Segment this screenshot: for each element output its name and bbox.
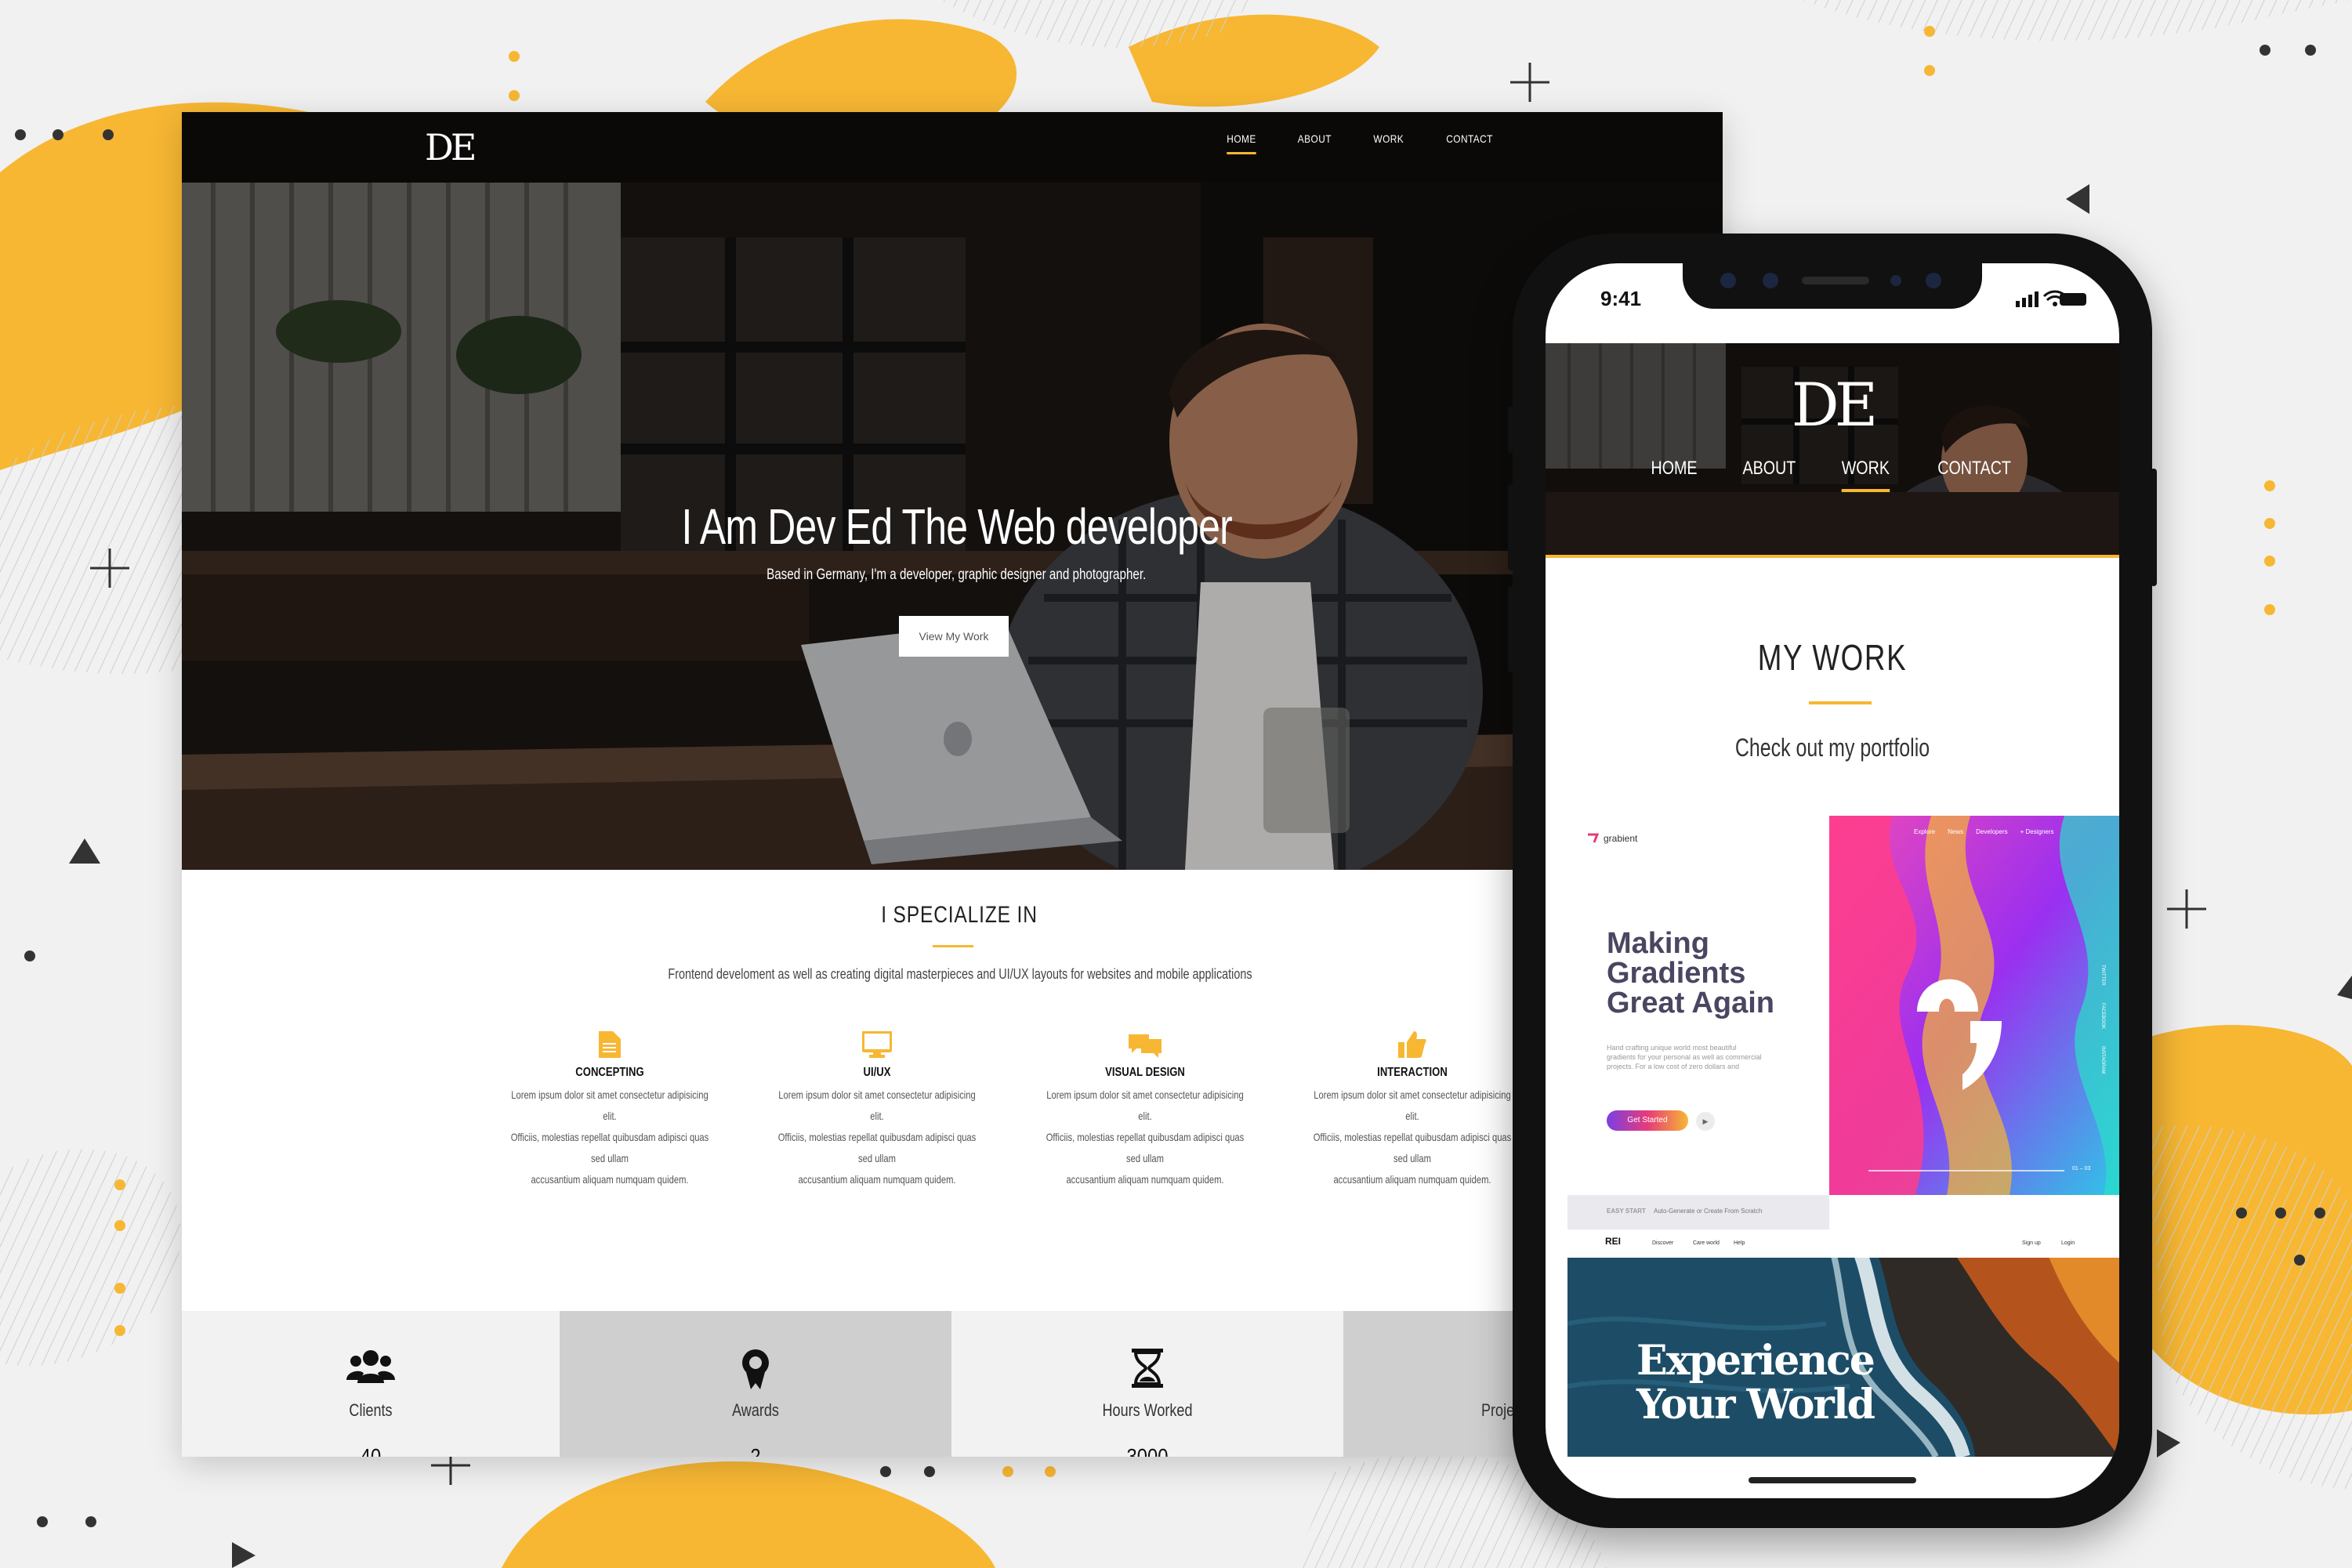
award-icon: [560, 1349, 951, 1389]
nav-contact-link[interactable]: CONTACT: [1447, 132, 1494, 145]
my-work-title: MY WORK: [1757, 637, 1908, 678]
hero-title: I Am Dev Ed The Web developer: [681, 498, 1232, 555]
play-icon[interactable]: ▶: [1696, 1112, 1715, 1131]
stat-value: 40: [360, 1444, 382, 1457]
specialize-title: I SPECIALIZE IN: [881, 902, 1038, 928]
stat-awards: Awards 2: [560, 1311, 951, 1457]
grabient-brand: grabient: [1586, 833, 1637, 844]
stat-value: 2: [750, 1444, 761, 1457]
title-underline: [933, 945, 973, 947]
status-icons: [2016, 288, 2086, 313]
phone-power-button: [2151, 469, 2157, 586]
chat-icon: [1020, 1025, 1270, 1058]
grabient-body: Hand crafting unique world most beautifu…: [1607, 1044, 1762, 1070]
phone-volume-down-button: [1508, 586, 1514, 672]
service-text: Lorem ipsum dolor sit amet consectetur a…: [777, 1088, 977, 1186]
nav-links: HOME ABOUT WORK CONTACT: [1224, 132, 1497, 154]
service-concepting: CONCEPTING Lorem ipsum dolor sit amet co…: [484, 1025, 735, 1190]
service-title: INTERACTION: [1377, 1066, 1448, 1079]
phone-notch: [1683, 263, 1982, 309]
stat-value: 3000: [1126, 1444, 1169, 1457]
document-icon: [484, 1025, 735, 1058]
service-interaction: INTERACTION Lorem ipsum dolor sit amet c…: [1287, 1025, 1538, 1190]
service-text: Lorem ipsum dolor sit amet consectetur a…: [1046, 1088, 1245, 1186]
mobile-nav-about[interactable]: ABOUT: [1743, 458, 1796, 480]
phone-mute-button: [1508, 406, 1514, 453]
phone-volume-up-button: [1508, 484, 1514, 570]
get-started-button[interactable]: Get Started: [1607, 1110, 1688, 1131]
nav-home-link[interactable]: HOME: [1227, 132, 1256, 154]
phone-screen: 9:41 DE HOME ABOUT WORK CONTACT MY WORK …: [1546, 263, 2119, 1498]
grabient-counter: 01 – 03: [2072, 1166, 2091, 1171]
rei-logo[interactable]: REI: [1605, 1236, 1621, 1247]
users-icon: [182, 1349, 560, 1389]
service-ui-ux: UI/UX Lorem ipsum dolor sit amet consect…: [752, 1025, 1002, 1190]
battery-icon: [2060, 293, 2086, 306]
hourglass-icon: [951, 1349, 1343, 1389]
desktop-website-mockup: DE HOME ABOUT WORK CONTACT I Am Dev Ed T…: [182, 112, 1723, 1457]
stats-section: Clients 40 Awards 2 Hours Worked 3000 Pr…: [182, 1311, 1723, 1457]
top-navigation: DE HOME ABOUT WORK CONTACT: [182, 112, 1723, 183]
service-text: Lorem ipsum dolor sit amet consectetur a…: [510, 1088, 709, 1186]
home-indicator[interactable]: [1749, 1477, 1916, 1483]
mobile-nav-work[interactable]: WORK: [1841, 458, 1890, 492]
my-work-subtitle: Check out my portfolio: [1734, 733, 1930, 762]
stat-label: Clients: [349, 1400, 393, 1420]
my-work-underline: [1809, 701, 1872, 704]
mobile-hero-accent-line: [1546, 555, 2119, 558]
nav-work-link[interactable]: WORK: [1373, 132, 1404, 145]
nav-about-link[interactable]: ABOUT: [1298, 132, 1332, 145]
grabient-social-labels: TWITTER FACEBOOK INSTAGRAM: [2100, 965, 2105, 1074]
grabient-left-panel: grabient Making Gradients Great Again Ha…: [1567, 816, 1829, 1195]
phone-mockup: 9:41 DE HOME ABOUT WORK CONTACT MY WORK …: [1508, 234, 2157, 1528]
rei-headline: Experience Your World: [1636, 1337, 1875, 1429]
thumbs-up-icon: [1287, 1025, 1538, 1058]
stat-hours-worked: Hours Worked 3000: [951, 1311, 1343, 1457]
service-text: Lorem ipsum dolor sit amet consectetur a…: [1313, 1088, 1512, 1186]
mobile-nav-home[interactable]: HOME: [1651, 458, 1698, 480]
specialize-description: Frontend develoment as well as creating …: [668, 966, 1252, 982]
stat-label: Awards: [732, 1400, 779, 1420]
monitor-icon: [752, 1025, 1002, 1058]
stat-label: Hours Worked: [1102, 1400, 1193, 1420]
mobile-nav-contact[interactable]: CONTACT: [1937, 458, 2011, 480]
mobile-site-logo[interactable]: DE: [1546, 370, 2119, 440]
grabient-menu: Explore News Developers + Designers: [1914, 828, 2054, 835]
grabient-logo-icon: [1588, 833, 1599, 843]
service-title: VISUAL DESIGN: [1105, 1066, 1185, 1079]
notch-sensors: [1720, 273, 1941, 288]
hero-section: DE HOME ABOUT WORK CONTACT I Am Dev Ed T…: [182, 112, 1723, 870]
signal-icon: [2016, 292, 2039, 307]
site-logo[interactable]: DE: [425, 126, 477, 168]
portfolio-card-grabient[interactable]: grabient Making Gradients Great Again Ha…: [1567, 816, 2119, 1229]
service-title: UI/UX: [863, 1066, 891, 1079]
stat-clients: Clients 40: [182, 1311, 560, 1457]
hero-background-photo: [182, 112, 1723, 870]
mobile-nav: HOME ABOUT WORK CONTACT: [1546, 458, 2119, 492]
grabient-gradient-art: Explore News Developers + Designers TWIT…: [1829, 816, 2119, 1195]
view-my-work-button[interactable]: View My Work: [899, 616, 1009, 657]
service-visual-design: VISUAL DESIGN Lorem ipsum dolor sit amet…: [1020, 1025, 1270, 1190]
grabient-headline: Making Gradients Great Again: [1607, 927, 1774, 1019]
rei-navbar: REI Discover Care world Help Sign up Log…: [1567, 1229, 2119, 1258]
service-title: CONCEPTING: [575, 1066, 644, 1079]
status-time: 9:41: [1600, 287, 1642, 310]
hero-subtitle: Based in Germany, I'm a developer, graph…: [766, 567, 1147, 583]
grabient-footer: EASY START Auto-Generate or Create From …: [1567, 1195, 1829, 1229]
card-gap: [1829, 1195, 2119, 1229]
portfolio-card-rei[interactable]: REI Discover Care world Help Sign up Log…: [1567, 1229, 2119, 1457]
